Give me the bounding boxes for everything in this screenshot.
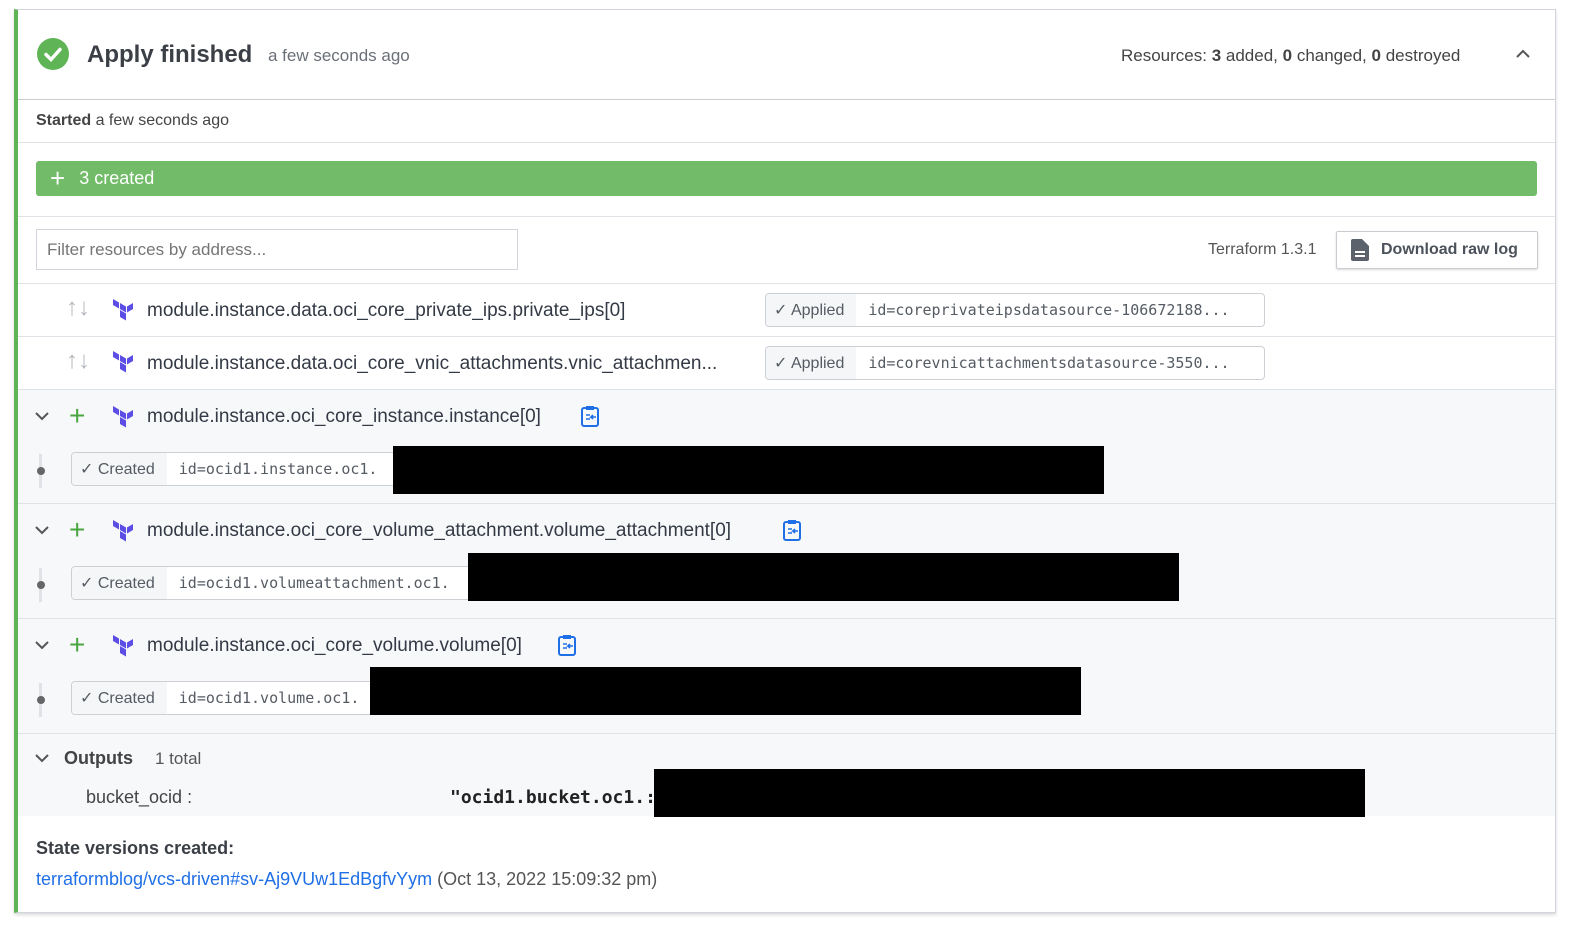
redacted-region [654,769,1365,817]
download-raw-log-button[interactable]: Download raw log [1336,231,1538,269]
resource-name: module.instance.data.oci_core_private_ip… [147,300,626,321]
state-version-date: (Oct 13, 2022 15:09:32 pm) [432,869,658,889]
terraform-logo-icon [113,351,133,373]
plus-icon: + [69,629,86,660]
clipboard-import-icon[interactable] [581,405,599,427]
resource-row-created[interactable]: + module.instance.oci_core_instance.inst… [18,390,1555,504]
chevron-down-icon[interactable] [35,411,49,421]
resource-row[interactable]: ↑↓ module.instance.data.oci_core_vnic_at… [18,337,1555,389]
resources-summary: Resources: 3 added, 0 changed, 0 destroy… [1121,46,1461,65]
resource-row-created[interactable]: + module.instance.oci_core_volume.volume… [18,619,1555,733]
apply-card: Apply finished a few seconds ago Resourc… [14,9,1556,913]
resource-row[interactable]: ↑↓ module.instance.data.oci_core_private… [18,284,1555,336]
chevron-down-icon[interactable] [35,525,49,535]
terraform-logo-icon [113,406,133,428]
outputs-label: Outputs [64,748,133,768]
filter-resources-input[interactable] [36,229,518,270]
created-count: 3 created [79,168,155,188]
resource-name: module.instance.oci_core_instance.instan… [147,406,541,427]
resource-row-created[interactable]: + module.instance.oci_core_volume_attach… [18,504,1555,618]
plus-icon: + [69,400,86,431]
chevron-down-icon[interactable] [35,640,49,650]
plus-icon: + [69,514,86,545]
redacted-region [370,667,1081,715]
resource-name: module.instance.oci_core_volume.volume[0… [147,635,522,656]
outputs-count: 1 total [155,749,202,768]
read-arrows-icon: ↑↓ [66,347,90,374]
output-value: "ocid1.bucket.oc1.: [450,787,656,808]
redacted-region [393,446,1104,494]
apply-time: a few seconds ago [268,46,410,65]
output-key: bucket_ocid : [86,787,193,807]
created-summary-bar: +3 created [36,161,1537,196]
success-check-icon [37,38,69,70]
terraform-logo-icon [113,299,133,321]
read-arrows-icon: ↑↓ [66,294,90,321]
started-info: Started a few seconds ago [36,112,229,129]
page-title: Apply finished [87,41,253,68]
clipboard-import-icon[interactable] [783,519,801,541]
document-icon [1351,239,1369,261]
terraform-logo-icon [113,635,133,657]
chevron-up-icon[interactable] [1515,48,1531,60]
state-version-link[interactable]: terraformblog/vcs-driven#sv-Aj9VUw1EdBgf… [36,869,432,889]
state-version-entry: terraformblog/vcs-driven#sv-Aj9VUw1EdBgf… [36,869,657,890]
outputs-section: Outputs 1 total bucket_ocid : "ocid1.buc… [18,734,1555,817]
status-badge: ✓ Applied id=coreprivateipsdatasource-106… [765,293,1265,327]
clipboard-import-icon[interactable] [558,634,576,656]
redacted-region [468,553,1179,601]
plus-icon: + [50,163,66,193]
chevron-down-icon[interactable] [35,753,49,763]
state-versions-title: State versions created: [36,838,235,858]
terraform-logo-icon [113,520,133,542]
resource-name: module.instance.oci_core_volume_attachme… [147,520,732,541]
status-badge: ✓ Applied id=corevnicattachmentsdatasourc… [765,346,1265,380]
resource-name: module.instance.data.oci_core_vnic_attac… [147,353,718,374]
terraform-version: Terraform 1.3.1 [1208,241,1317,258]
